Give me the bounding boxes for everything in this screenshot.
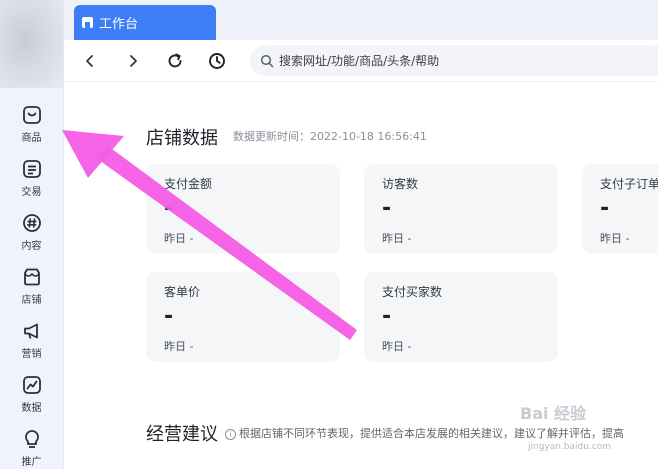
sidebar-item-label: 营销 — [21, 349, 42, 360]
metric-value: - — [164, 196, 174, 221]
tab-label: 工作台 — [99, 17, 139, 32]
sidebar-item-products[interactable]: 商品 — [0, 104, 63, 156]
store-data-title: 店铺数据 — [146, 128, 218, 149]
megaphone-icon — [23, 323, 38, 339]
refresh-icon — [168, 53, 182, 68]
back-button[interactable] — [78, 49, 102, 73]
metric-card-sub-orders[interactable]: 支付子订单 - 昨日 - — [582, 164, 658, 254]
metric-value: - — [600, 196, 610, 221]
metric-value: - — [382, 196, 392, 221]
refresh-button[interactable] — [163, 49, 187, 73]
sidebar-item-promotion[interactable]: 推广 — [0, 428, 63, 469]
sidebar-item-label: 交易 — [21, 187, 42, 198]
metric-value: - — [164, 304, 174, 329]
advice-title: 经营建议 — [146, 424, 218, 445]
chevron-left-icon — [86, 55, 93, 67]
sidebar-item-store[interactable]: 店铺 — [0, 266, 63, 318]
chart-icon — [22, 376, 41, 394]
bulb-icon — [24, 430, 39, 448]
metric-yesterday: 昨日 - — [382, 340, 412, 353]
watermark: Bai 经验 — [520, 404, 587, 423]
store-avatar[interactable] — [0, 0, 63, 88]
search-icon — [260, 54, 274, 67]
metric-card-payment-amount[interactable]: 支付金额 - 昨日 - — [146, 164, 340, 254]
metric-yesterday: 昨日 - — [164, 340, 194, 353]
sidebar-item-marketing[interactable]: 营销 — [0, 320, 63, 372]
sidebar-item-content[interactable]: 内容 — [0, 212, 63, 264]
search-input[interactable] — [279, 53, 658, 68]
metric-label: 支付金额 — [164, 177, 213, 191]
bag-icon — [22, 106, 41, 124]
forward-button[interactable] — [121, 49, 145, 73]
history-button[interactable] — [205, 49, 229, 73]
sidebar-item-label: 推广 — [21, 457, 42, 468]
sidebar-item-label: 数据 — [21, 403, 42, 414]
metric-label: 支付子订单 — [600, 177, 658, 191]
metric-yesterday: 昨日 - — [600, 232, 630, 245]
nav-bar — [64, 40, 658, 82]
search-bar[interactable] — [250, 45, 658, 76]
clock-icon — [209, 53, 225, 69]
sidebar-item-label: 店铺 — [21, 295, 42, 306]
metric-card-paying-buyers[interactable]: 支付买家数 - 昨日 - — [364, 272, 558, 362]
sidebar-item-label: 内容 — [21, 241, 42, 252]
metric-yesterday: 昨日 - — [164, 232, 194, 245]
store-icon — [23, 268, 40, 286]
watermark-url: jingyan.baidu.com — [528, 442, 612, 452]
metric-yesterday: 昨日 - — [382, 232, 412, 245]
tab-workbench[interactable]: 工作台 — [74, 5, 216, 40]
update-time: 数据更新时间：2022-10-18 16:56:41 — [233, 130, 427, 143]
chevron-right-icon — [130, 55, 137, 67]
metric-value: - — [382, 304, 392, 329]
document-icon — [22, 160, 41, 178]
metric-card-avg-order-value[interactable]: 客单价 - 昨日 - — [146, 272, 340, 362]
sidebar-item-data[interactable]: 数据 — [0, 374, 63, 426]
tab-bar: 工作台 — [64, 0, 658, 40]
hash-icon — [22, 214, 41, 232]
left-sidebar: 商品 交易 内容 店铺 营销 数据 推广 — [0, 0, 64, 469]
advice-description: i 根据店铺不同环节表现，提供适合本店发展的相关建议，建议了解并评估，提高 — [225, 425, 624, 441]
metric-card-visitors[interactable]: 访客数 - 昨日 - — [364, 164, 558, 254]
advice-text: 根据店铺不同环节表现，提供适合本店发展的相关建议，建议了解并评估，提高 — [239, 427, 624, 440]
metric-label: 访客数 — [382, 177, 419, 191]
sidebar-item-orders[interactable]: 交易 — [0, 158, 63, 210]
info-icon: i — [225, 429, 236, 440]
home-icon — [82, 17, 93, 28]
metric-label: 客单价 — [164, 285, 201, 299]
metric-label: 支付买家数 — [382, 285, 443, 299]
sidebar-item-label: 商品 — [21, 133, 42, 144]
